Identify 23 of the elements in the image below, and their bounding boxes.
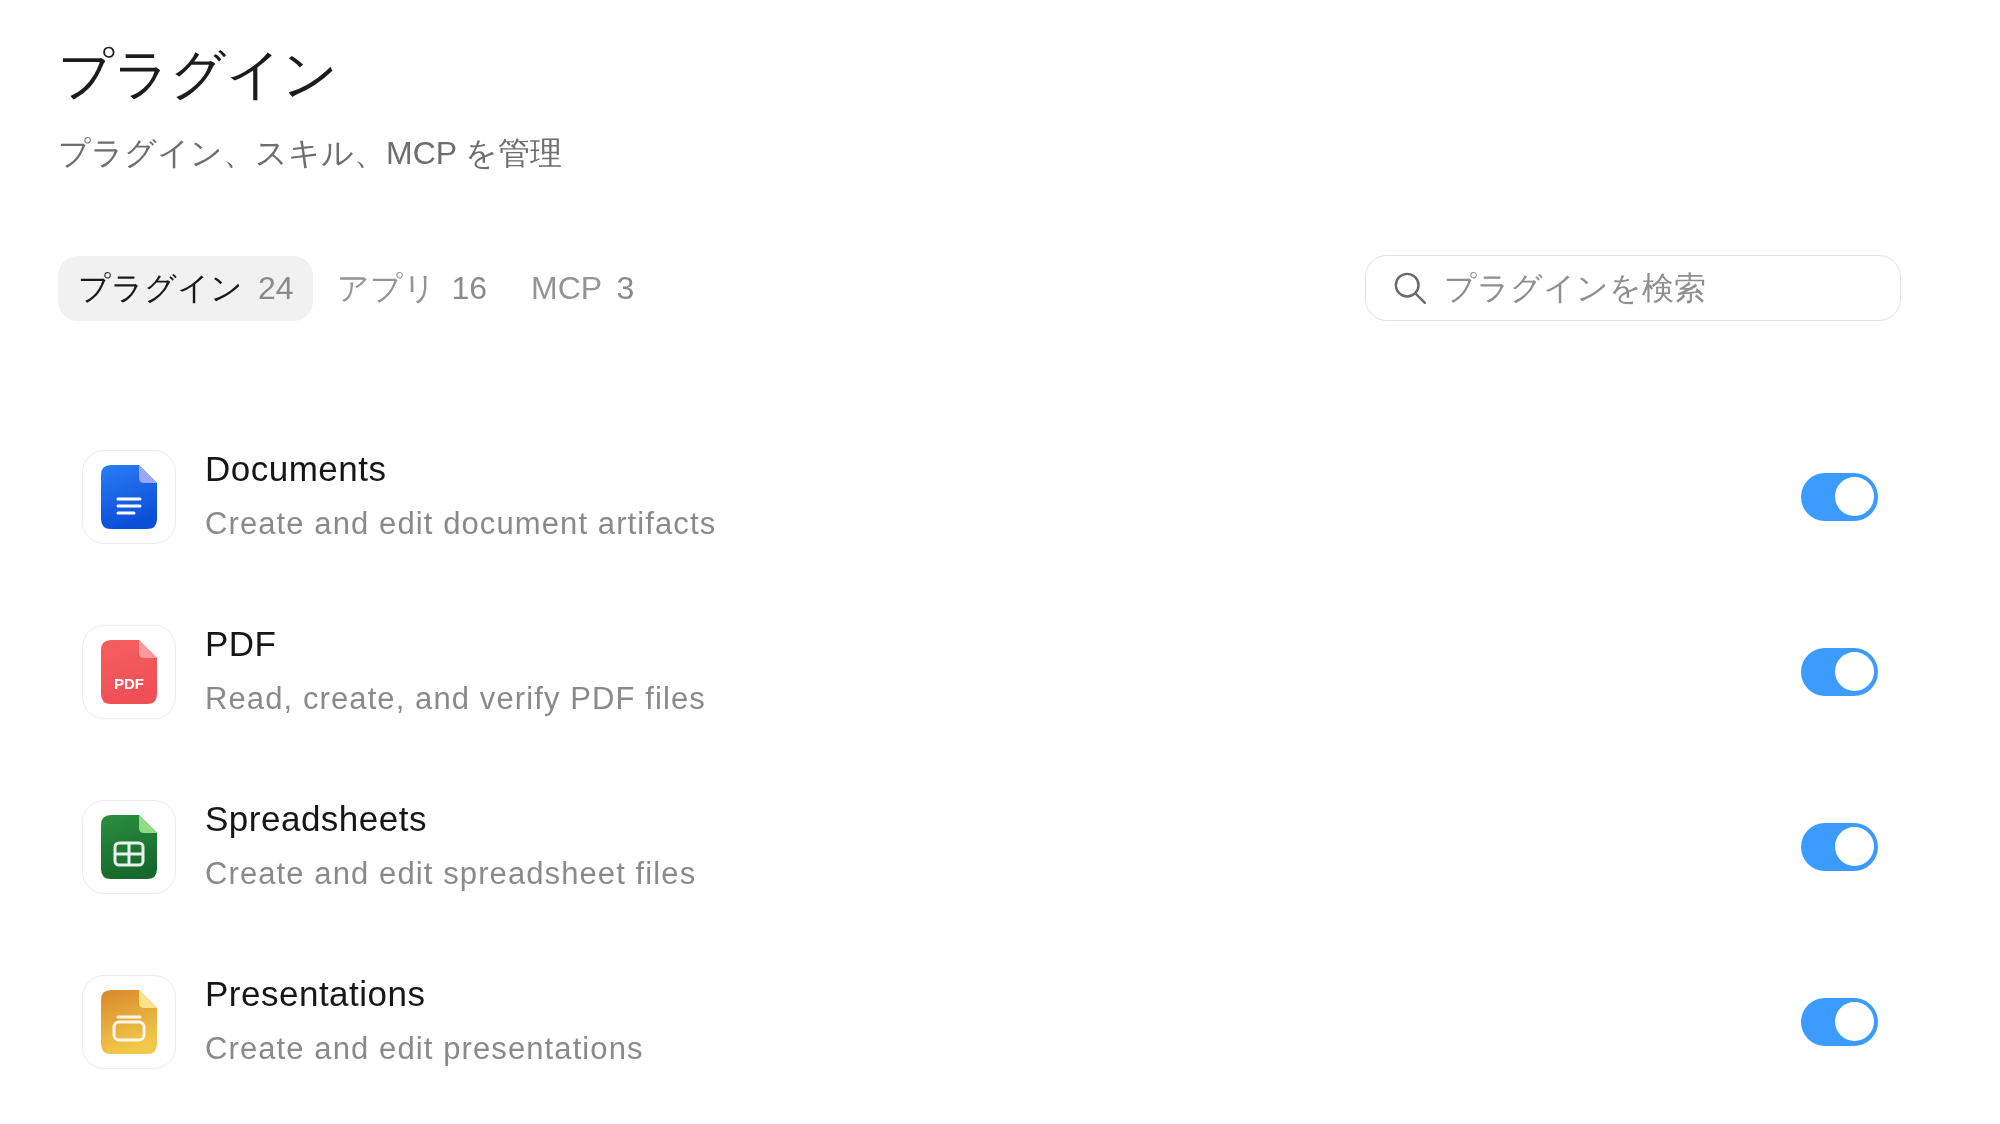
document-app-icon (82, 449, 176, 544)
search-field[interactable]: プラグインを検索 (1365, 255, 1901, 321)
page-subtitle: プラグイン、スキル、MCP を管理 (58, 134, 563, 173)
plugin-description: Create and edit presentations (205, 1030, 644, 1068)
category-tab[interactable]: プラグイン 24 (58, 255, 314, 321)
toggle-switch[interactable] (1801, 647, 1878, 696)
category-tab[interactable]: MCP 3 (510, 255, 655, 321)
plugin-description: Create and edit spreadsheet files (205, 855, 697, 893)
toggle-switch[interactable] (1801, 472, 1878, 521)
category-tab[interactable]: アプリ 16 (317, 255, 507, 321)
pdf-app-icon: PDF (82, 624, 176, 719)
toggle-switch[interactable] (1801, 822, 1878, 871)
plugin-name: Presentations (205, 974, 426, 1014)
plugin-name: PDF (205, 624, 277, 664)
plugin-name: Spreadsheets (205, 799, 427, 839)
spreadsheet-app-icon (82, 799, 176, 894)
plugin-description: Read, create, and verify PDF files (205, 680, 706, 718)
plugin-name: Documents (205, 449, 387, 489)
presentation-app-icon (82, 974, 176, 1069)
toggle-switch[interactable] (1801, 997, 1878, 1046)
page-title: プラグイン (58, 42, 338, 107)
search-icon (1393, 271, 1427, 305)
plugin-description: Create and edit document artifacts (205, 505, 717, 543)
